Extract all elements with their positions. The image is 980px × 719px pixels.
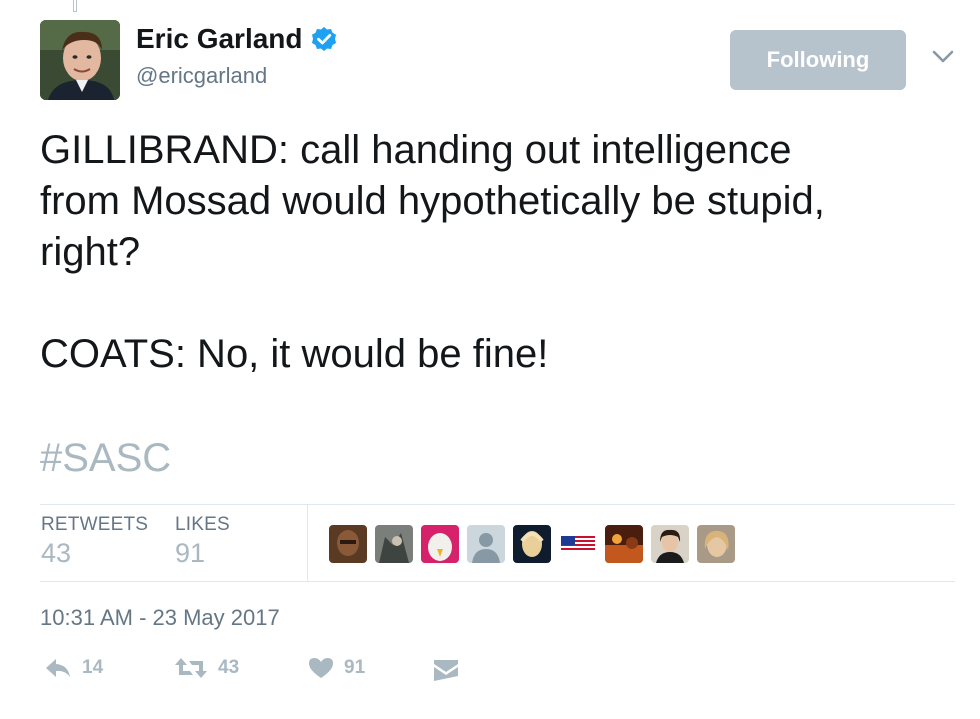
retweet-count: 43 [218, 657, 240, 678]
like-action[interactable]: 91 [308, 656, 365, 680]
like-count: 91 [344, 657, 366, 678]
retweet-icon [175, 658, 207, 678]
liker-avatar[interactable] [421, 525, 459, 563]
liker-avatar[interactable] [697, 525, 735, 563]
avatar-image [40, 20, 120, 100]
liker-avatar[interactable] [375, 525, 413, 563]
likes-label: LIKES [175, 514, 230, 535]
chevron-down-icon[interactable] [931, 46, 955, 66]
liker-avatar[interactable] [651, 525, 689, 563]
retweets-count: 43 [41, 538, 72, 568]
liker-avatar[interactable] [513, 525, 551, 563]
display-name-text[interactable]: Eric Garland [136, 23, 303, 55]
tweet-text: GILLIBRAND: call handing out intelligenc… [40, 128, 825, 376]
reply-icon [46, 659, 70, 677]
hashtag-link[interactable]: #SASC [40, 436, 171, 481]
stats-vertical-divider [307, 505, 308, 581]
avatar[interactable] [40, 20, 120, 100]
top-edge-marker [73, 0, 77, 12]
liker-avatar[interactable] [329, 525, 367, 563]
retweets-stat[interactable]: RETWEETS 43 [41, 514, 148, 569]
stats-top-divider [40, 504, 955, 505]
direct-message-action[interactable] [432, 656, 460, 682]
liker-avatars [329, 525, 735, 563]
verified-badge-icon [311, 27, 336, 51]
reply-count: 14 [82, 657, 104, 678]
heart-icon [309, 658, 333, 678]
user-handle[interactable]: @ericgarland [136, 63, 267, 89]
reply-action[interactable]: 14 [44, 656, 103, 680]
tweet-timestamp[interactable]: 10:31 AM - 23 May 2017 [40, 605, 280, 631]
liker-avatar[interactable] [559, 525, 597, 563]
likes-count: 91 [175, 538, 206, 568]
display-name[interactable]: Eric Garland [136, 23, 337, 55]
stats-bottom-divider [40, 581, 955, 582]
liker-avatar[interactable] [467, 525, 505, 563]
envelope-icon [434, 660, 458, 681]
retweet-action[interactable]: 43 [174, 656, 239, 680]
retweets-label: RETWEETS [41, 514, 149, 535]
likes-stat[interactable]: LIKES 91 [175, 514, 230, 569]
liker-avatar[interactable] [605, 525, 643, 563]
following-button[interactable]: Following [730, 30, 906, 90]
